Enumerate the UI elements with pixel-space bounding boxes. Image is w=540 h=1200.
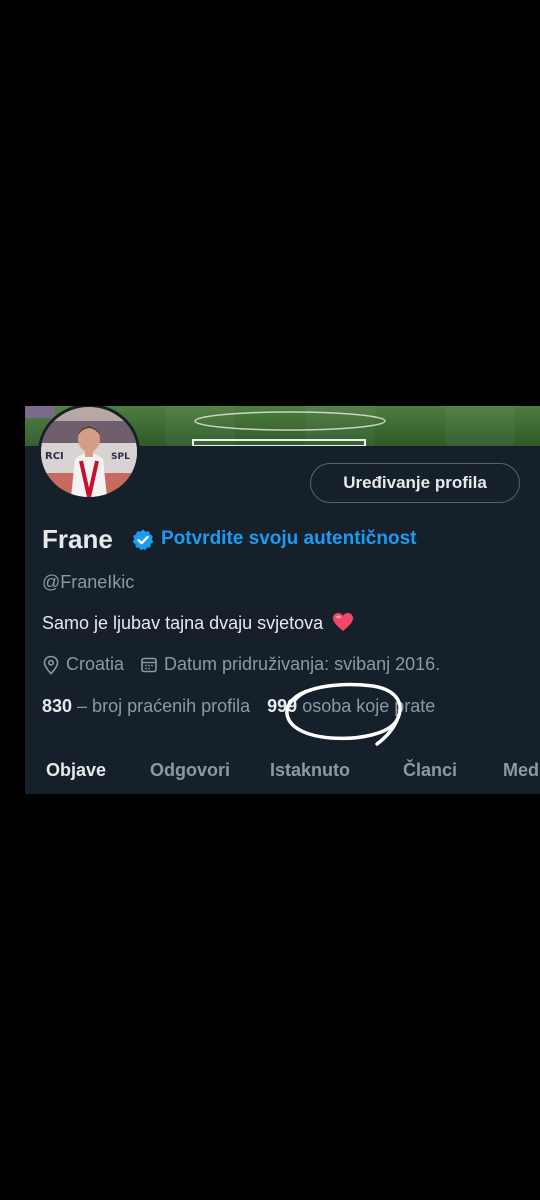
- svg-text:SPL: SPL: [111, 452, 130, 462]
- tab-clanci[interactable]: Članci: [403, 760, 457, 781]
- heart-emoji-icon: [333, 613, 354, 631]
- following-count[interactable]: 830: [42, 696, 72, 716]
- tab-istaknuto[interactable]: Istaknuto: [270, 760, 350, 781]
- profile-meta: Croatia Datum pridruživanja: svibanj 201…: [42, 654, 440, 675]
- hand-drawn-circle-annotation: [285, 682, 402, 746]
- bio-text: Samo je ljubav tajna dvaju svjetova: [42, 613, 324, 633]
- following-label[interactable]: – broj praćenih profila: [72, 696, 255, 716]
- calendar-icon: [141, 657, 157, 672]
- location-text: Croatia: [66, 654, 125, 674]
- tab-odgovori[interactable]: Odgovori: [150, 760, 230, 781]
- join-date-text: Datum pridruživanja: svibanj 2016.: [164, 654, 441, 674]
- profile-avatar[interactable]: RCI SPL: [38, 406, 140, 500]
- svg-text:RCI: RCI: [45, 451, 64, 462]
- edit-profile-button[interactable]: Uređivanje profila: [310, 463, 520, 503]
- profile-handle: @FraneIkic: [42, 572, 135, 592]
- tab-objave[interactable]: Objave: [46, 760, 106, 781]
- tab-mediji[interactable]: Med: [503, 760, 539, 781]
- location-pin-icon: [43, 655, 59, 675]
- profile-bio: Samo je ljubav tajna dvaju svjetova: [42, 612, 354, 634]
- verify-authenticity-link[interactable]: Potvrdite svoju autentičnost: [161, 528, 416, 550]
- profile-card: RCI SPL Uređivanje profila Frane Potvrdi…: [25, 406, 540, 794]
- profile-name: Frane: [42, 524, 113, 554]
- profile-tabs: Objave Odgovori Istaknuto Članci Med: [25, 756, 540, 794]
- verified-badge-icon[interactable]: [131, 528, 155, 552]
